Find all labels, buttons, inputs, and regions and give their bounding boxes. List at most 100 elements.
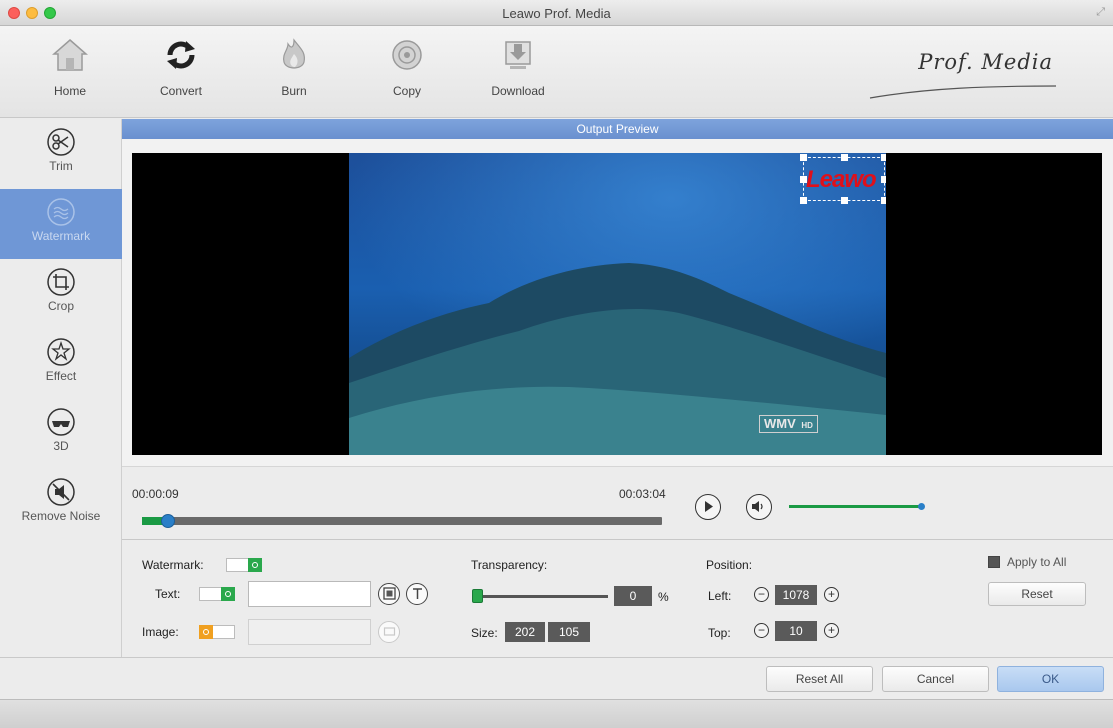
size-label: Size: bbox=[471, 626, 498, 640]
toolbar-convert-button[interactable]: Convert bbox=[139, 36, 223, 98]
seek-handle[interactable] bbox=[161, 514, 175, 528]
size-height-value[interactable]: 105 bbox=[548, 622, 590, 642]
total-time: 00:03:04 bbox=[619, 487, 666, 501]
play-icon bbox=[705, 501, 713, 512]
sidebar-item-watermark[interactable]: Watermark bbox=[0, 189, 122, 259]
volume-handle[interactable] bbox=[918, 503, 925, 510]
sidebar-effect-label: Effect bbox=[45, 369, 77, 383]
watermark-settings-panel: Watermark: Text: Image: Transparency: 0 … bbox=[122, 541, 1113, 657]
left-value[interactable]: 1078 bbox=[775, 585, 817, 605]
font-icon bbox=[412, 588, 422, 599]
title-bar: Leawo Prof. Media ⤢ bbox=[0, 0, 1113, 26]
watermark-label: Watermark: bbox=[142, 558, 204, 572]
sidebar-item-trim[interactable]: Trim bbox=[0, 119, 122, 189]
sidebar-item-crop[interactable]: Crop bbox=[0, 259, 122, 329]
transparency-value[interactable]: 0 bbox=[614, 586, 652, 606]
toolbar-download-label: Download bbox=[491, 84, 545, 98]
sidebar-item-remove-noise[interactable]: Remove Noise bbox=[0, 469, 122, 539]
top-decrease-button[interactable]: − bbox=[754, 623, 769, 638]
resize-handle-bl[interactable] bbox=[800, 197, 807, 204]
color-palette-icon bbox=[382, 587, 396, 600]
video-preview-area: Leawo WMV HD bbox=[122, 139, 1113, 466]
resize-handle-tl[interactable] bbox=[800, 154, 807, 161]
left-decrease-button[interactable]: − bbox=[754, 587, 769, 602]
remove-noise-icon bbox=[47, 478, 75, 506]
toolbar-burn-label: Burn bbox=[281, 84, 307, 98]
reset-all-button[interactable]: Reset All bbox=[766, 666, 873, 692]
top-label: Top: bbox=[708, 626, 731, 640]
image-path-input[interactable] bbox=[248, 619, 371, 645]
play-button[interactable] bbox=[695, 494, 721, 520]
sidebar-item-3d[interactable]: 3D bbox=[0, 399, 122, 469]
volume-button[interactable] bbox=[746, 494, 772, 520]
video-frame[interactable]: Leawo WMV HD bbox=[349, 153, 886, 455]
window-title: Leawo Prof. Media bbox=[502, 6, 611, 21]
video-format-sub: HD bbox=[801, 421, 813, 430]
home-icon bbox=[52, 39, 88, 71]
sidebar-item-effect[interactable]: Effect bbox=[0, 329, 122, 399]
resize-handle-tr[interactable] bbox=[881, 154, 886, 161]
position-label: Position: bbox=[706, 558, 753, 572]
sidebar-crop-label: Crop bbox=[47, 299, 74, 313]
ok-button[interactable]: OK bbox=[997, 666, 1104, 692]
transparency-handle[interactable] bbox=[472, 589, 483, 603]
resize-handle-bm[interactable] bbox=[841, 197, 848, 204]
edit-sidebar: Trim Watermark Crop Effect 3D Remove Noi… bbox=[0, 119, 122, 657]
resize-handle-mr[interactable] bbox=[881, 176, 886, 183]
transparency-slider[interactable] bbox=[474, 595, 608, 598]
sidebar-remove-noise-label: Remove Noise bbox=[21, 509, 101, 523]
sidebar-3d-label: 3D bbox=[53, 439, 69, 453]
output-preview-header: Output Preview bbox=[122, 119, 1113, 139]
toolbar-home-button[interactable]: Home bbox=[28, 36, 112, 98]
toolbar-burn-button[interactable]: Burn bbox=[252, 36, 336, 98]
browse-image-button[interactable] bbox=[378, 621, 400, 643]
download-icon bbox=[505, 41, 531, 69]
toggle-knob bbox=[221, 587, 235, 601]
watermark-text-input[interactable] bbox=[248, 581, 371, 607]
text-font-button[interactable] bbox=[406, 583, 428, 605]
copy-icon bbox=[392, 40, 422, 70]
reset-button[interactable]: Reset bbox=[988, 582, 1086, 606]
toolbar-copy-label: Copy bbox=[392, 84, 421, 98]
scissors-icon bbox=[47, 128, 75, 156]
resize-handle-ml[interactable] bbox=[800, 176, 807, 183]
apply-to-all-label: Apply to All bbox=[1007, 555, 1067, 569]
watermark-selection-box[interactable]: Leawo bbox=[800, 154, 886, 204]
apply-to-all-checkbox[interactable] bbox=[988, 556, 1000, 568]
playback-controls: 00:00:09 00:03:04 bbox=[122, 466, 1113, 540]
resize-handle-tm[interactable] bbox=[841, 154, 848, 161]
image-label: Image: bbox=[142, 625, 179, 639]
3d-glasses-icon bbox=[47, 408, 75, 436]
text-label: Text: bbox=[155, 587, 181, 601]
fullscreen-icon[interactable]: ⤢ bbox=[1096, 6, 1105, 19]
size-width-value[interactable]: 202 bbox=[505, 622, 545, 642]
toolbar-convert-label: Convert bbox=[159, 84, 203, 98]
watermark-icon bbox=[47, 198, 75, 226]
image-watermark-toggle[interactable] bbox=[199, 625, 235, 639]
top-increase-button[interactable]: + bbox=[824, 623, 839, 638]
transparency-label: Transparency: bbox=[471, 558, 548, 572]
effect-icon bbox=[47, 338, 75, 366]
toolbar-home-label: Home bbox=[53, 84, 86, 98]
video-format-text: WMV bbox=[764, 416, 796, 431]
watermark-toggle[interactable] bbox=[226, 558, 262, 572]
brand-swoosh bbox=[869, 85, 1057, 99]
folder-icon bbox=[383, 627, 395, 636]
toggle-knob bbox=[199, 625, 213, 639]
resize-handle-br[interactable] bbox=[881, 197, 886, 204]
main-toolbar: Home Convert Burn Copy Download Prof. Me… bbox=[0, 26, 1113, 118]
convert-icon bbox=[167, 41, 195, 69]
text-color-button[interactable] bbox=[378, 583, 400, 605]
text-watermark-toggle[interactable] bbox=[199, 587, 235, 601]
volume-slider[interactable] bbox=[789, 505, 922, 508]
seek-bar[interactable] bbox=[142, 514, 662, 528]
toggle-knob bbox=[248, 558, 262, 572]
top-value[interactable]: 10 bbox=[775, 621, 817, 641]
left-increase-button[interactable]: + bbox=[824, 587, 839, 602]
status-bar bbox=[0, 699, 1113, 728]
toolbar-copy-button[interactable]: Copy bbox=[365, 36, 449, 98]
toolbar-download-button[interactable]: Download bbox=[476, 36, 560, 98]
speaker-icon bbox=[752, 501, 763, 512]
cancel-button[interactable]: Cancel bbox=[882, 666, 989, 692]
current-time: 00:00:09 bbox=[132, 487, 179, 501]
